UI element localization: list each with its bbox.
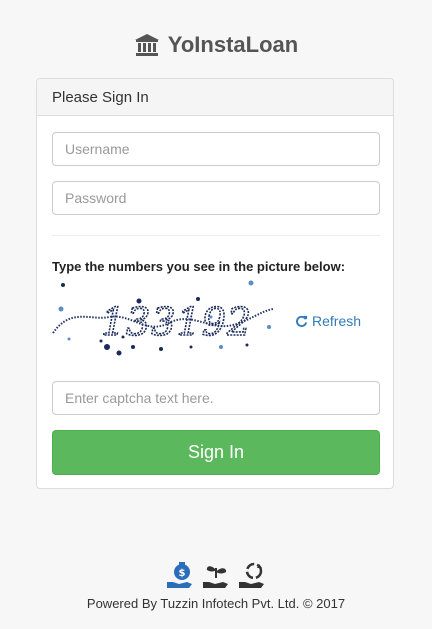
username-input[interactable] <box>52 132 380 166</box>
divider <box>52 235 380 236</box>
password-input[interactable] <box>52 181 380 215</box>
refresh-label: Refresh <box>312 313 362 329</box>
svg-text:$: $ <box>179 568 186 579</box>
money-bag-hand-icon: $ <box>167 562 192 588</box>
signin-button[interactable]: Sign In <box>52 430 380 475</box>
recycle-hand-icon <box>239 562 264 588</box>
signin-panel: Please Sign In Type the numbers you see … <box>36 78 394 489</box>
plant-hand-icon <box>203 566 228 588</box>
brand-header: YoInstaLoan <box>0 32 432 58</box>
refresh-captcha-link[interactable]: Refresh <box>295 313 361 329</box>
captcha-text: 133192 <box>101 300 252 344</box>
footer-copyright: Powered By Tuzzin Infotech Pvt. Ltd. © 2… <box>86 596 346 611</box>
bank-icon <box>134 34 159 56</box>
captcha-label: Type the numbers you see in the picture … <box>52 259 346 274</box>
captcha-input[interactable] <box>52 381 380 415</box>
panel-heading: Please Sign In <box>37 79 393 116</box>
captcha-image: 133192 <box>52 280 274 356</box>
footer-icons: $ <box>0 560 432 590</box>
brand-name: YoInstaLoan <box>167 32 299 57</box>
refresh-icon <box>296 315 308 327</box>
